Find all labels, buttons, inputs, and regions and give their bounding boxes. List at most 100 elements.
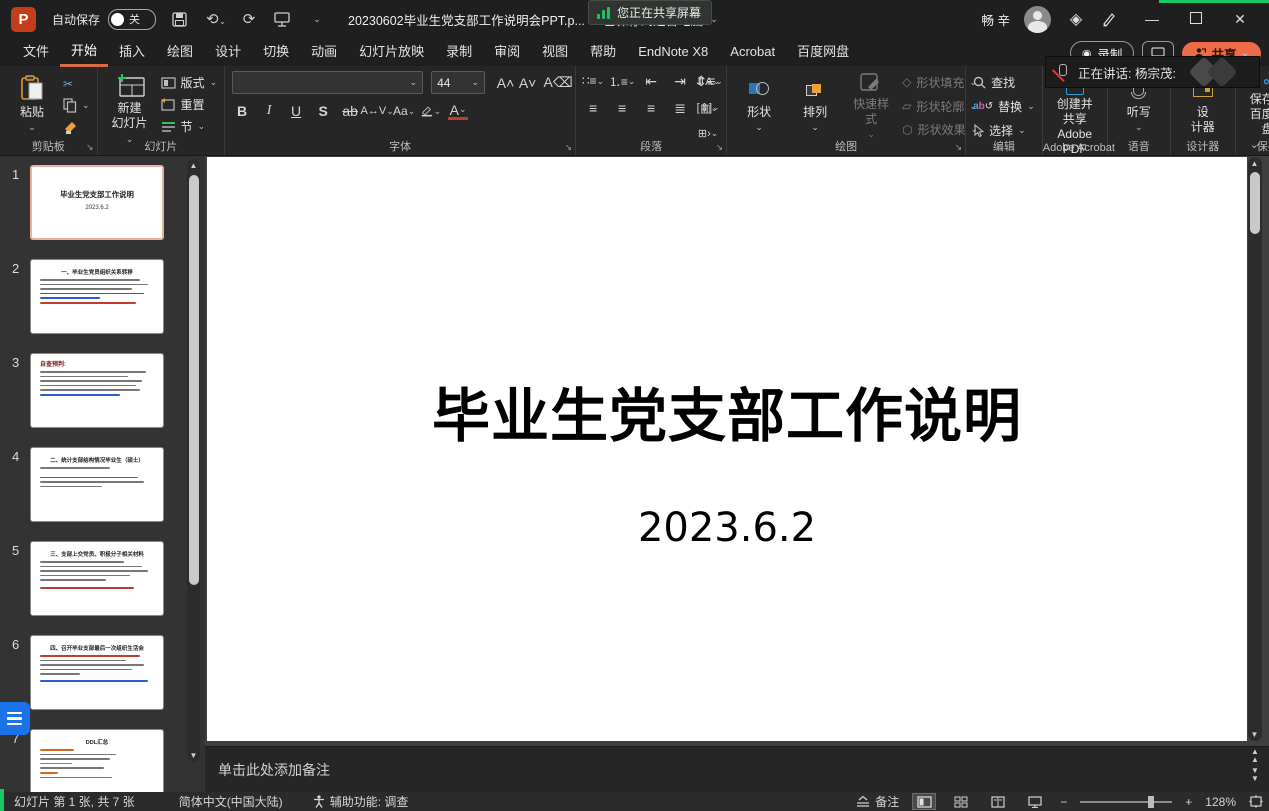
thumbnail-slide-1[interactable]: 1 毕业生党支部工作说明 2023.6.2 — [0, 165, 205, 240]
language-indicator[interactable]: 简体中文(中国大陆) — [179, 793, 283, 810]
tab-draw[interactable]: 绘图 — [156, 39, 204, 65]
normal-view-button[interactable] — [912, 793, 936, 810]
strikethrough-button[interactable]: ab — [340, 101, 360, 121]
meet-now-icon[interactable]: ◈ — [1065, 9, 1087, 29]
bullets-icon[interactable]: ∷≡⌄ — [583, 71, 603, 91]
user-avatar[interactable] — [1024, 6, 1051, 33]
tab-review[interactable]: 审阅 — [483, 39, 531, 65]
highlight-pen-button[interactable]: ⌄ — [421, 101, 441, 121]
thumbnail-slide-2[interactable]: 2 一、毕业生党员组织关系转移 — [0, 259, 205, 334]
previous-slide-button[interactable]: ▲▲ — [1251, 748, 1259, 764]
inking-pen-icon[interactable] — [1101, 11, 1123, 27]
scrollbar-thumb[interactable] — [189, 175, 199, 585]
autosave-toggle[interactable]: 关 — [108, 9, 156, 30]
editor-scrollbar[interactable]: ▲ ▼ — [1248, 157, 1262, 741]
shadow-button[interactable]: S — [313, 101, 333, 121]
minimize-button[interactable]: — — [1137, 11, 1167, 27]
thumbnail-scrollbar[interactable]: ▲ ▼ — [187, 159, 200, 762]
next-slide-button[interactable]: ▼▼ — [1251, 767, 1259, 783]
bold-button[interactable]: B — [232, 101, 252, 121]
align-text-icon[interactable]: [⇕]⌄ — [698, 97, 718, 117]
char-spacing-button[interactable]: A↔V⌄ — [367, 101, 387, 121]
format-painter-button[interactable] — [63, 118, 90, 137]
numbering-icon[interactable]: ⒈≡⌄ — [612, 71, 632, 91]
qat-customize-icon[interactable]: ⌄ — [308, 14, 326, 25]
close-button[interactable]: ✕ — [1225, 11, 1255, 28]
cut-button[interactable]: ✂ — [63, 74, 90, 93]
tab-insert[interactable]: 插入 — [108, 39, 156, 65]
align-left-icon[interactable]: ≡ — [583, 98, 603, 118]
tab-baidu[interactable]: 百度网盘 — [786, 39, 860, 65]
floating-list-button[interactable] — [0, 702, 30, 735]
start-slideshow-icon[interactable] — [274, 12, 292, 27]
zoom-slider[interactable] — [1080, 801, 1172, 803]
justify-icon[interactable]: ≣ — [670, 98, 690, 118]
scroll-down-icon[interactable]: ▼ — [187, 751, 200, 760]
user-name[interactable]: 畅 辛 — [982, 10, 1010, 29]
tab-view[interactable]: 视图 — [531, 39, 579, 65]
zoom-in-button[interactable]: + — [1185, 795, 1192, 809]
align-right-icon[interactable]: ≡ — [641, 98, 661, 118]
replace-button[interactable]: ab↺ 替换⌄ — [973, 97, 1035, 115]
paste-button[interactable]: 粘贴 ⌄ — [7, 71, 57, 139]
zoom-slider-thumb[interactable] — [1148, 796, 1154, 808]
thumbnail-slide-4[interactable]: 4 二、统计支部结构情况毕业生（硕士） — [0, 447, 205, 522]
thumbnail-slide-7[interactable]: 7 DDL汇总 — [0, 729, 205, 792]
zoom-level[interactable]: 128% — [1205, 795, 1236, 809]
align-center-icon[interactable]: ≡ — [612, 98, 632, 118]
slide-counter[interactable]: 幻灯片 第 1 张, 共 7 张 — [14, 793, 135, 810]
reset-button[interactable]: 重置 — [161, 95, 218, 114]
slide-title[interactable]: 毕业生党支部工作说明 — [207, 369, 1247, 453]
layout-button[interactable]: 版式⌄ — [161, 73, 218, 92]
tab-record[interactable]: 录制 — [435, 39, 483, 65]
redo-icon[interactable]: ⟳ — [240, 10, 258, 28]
font-size-combo[interactable]: 44⌄ — [431, 71, 485, 94]
text-direction-icon[interactable]: ⇵A⌄ — [698, 71, 718, 91]
quick-styles-button[interactable]: 快速样式⌄ — [846, 71, 896, 139]
scroll-up-icon[interactable]: ▲ — [187, 161, 200, 170]
tab-help[interactable]: 帮助 — [579, 39, 627, 65]
undo-icon[interactable]: ⟲⌄ — [206, 10, 224, 28]
thumbnail-slide-3[interactable]: 3 自查预判: — [0, 353, 205, 428]
accessibility-status[interactable]: 辅助功能: 调查 — [313, 793, 409, 810]
increase-indent-icon[interactable]: ⇥ — [670, 71, 690, 91]
thumbnail-slide-6[interactable]: 6 四、召开毕业支部最后一次组织生活会 — [0, 635, 205, 710]
tab-acrobat[interactable]: Acrobat — [719, 39, 786, 65]
scroll-down-icon[interactable]: ▼ — [1248, 730, 1261, 739]
fit-to-window-button[interactable] — [1249, 795, 1263, 808]
font-name-combo[interactable]: ⌄ — [232, 71, 423, 94]
thumbnail-slide-5[interactable]: 5 三、支部上交党员、积极分子相关材料 — [0, 541, 205, 616]
slide-date[interactable]: 2023.6.2 — [207, 505, 1247, 551]
slideshow-view-button[interactable] — [1023, 793, 1047, 810]
save-icon[interactable] — [172, 12, 190, 27]
drawing-dialog-launcher-icon[interactable]: ↘ — [955, 142, 963, 153]
paragraph-dialog-launcher-icon[interactable]: ↘ — [716, 142, 724, 153]
restore-button[interactable] — [1181, 11, 1211, 27]
decrease-indent-icon[interactable]: ⇤ — [641, 71, 661, 91]
clipboard-dialog-launcher-icon[interactable]: ↘ — [86, 142, 94, 153]
scrollbar-thumb[interactable] — [1250, 172, 1260, 234]
notes-pane[interactable]: 单击此处添加备注 — [205, 746, 1269, 792]
change-case-button[interactable]: Aa⌄ — [394, 101, 414, 121]
tab-slideshow[interactable]: 幻灯片放映 — [348, 39, 435, 65]
tab-animations[interactable]: 动画 — [300, 39, 348, 65]
underline-button[interactable]: U — [286, 101, 306, 121]
increase-font-icon[interactable]: A˄ — [496, 73, 515, 93]
tab-design[interactable]: 设计 — [204, 39, 252, 65]
font-color-button[interactable]: A⌄ — [448, 102, 468, 120]
italic-button[interactable]: I — [259, 101, 279, 121]
shapes-button[interactable]: 形状⌄ — [734, 71, 784, 139]
clear-format-icon[interactable]: A⌫ — [548, 73, 568, 93]
scroll-up-icon[interactable]: ▲ — [1248, 159, 1261, 168]
select-button[interactable]: 选择⌄ — [973, 121, 1035, 139]
new-slide-button[interactable]: 新建 幻灯片 ⌄ — [105, 71, 155, 139]
find-button[interactable]: 查找 — [973, 73, 1035, 91]
slide-sorter-view-button[interactable] — [949, 793, 973, 810]
section-button[interactable]: 节⌄ — [161, 117, 218, 136]
slide-canvas[interactable]: 毕业生党支部工作说明 2023.6.2 — [207, 157, 1247, 741]
collapse-ribbon-icon[interactable]: ⌄ — [1250, 138, 1259, 151]
reading-view-button[interactable] — [986, 793, 1010, 810]
tab-transitions[interactable]: 切换 — [252, 39, 300, 65]
zoom-out-button[interactable]: − — [1060, 795, 1067, 809]
arrange-button[interactable]: 排列⌄ — [790, 71, 840, 139]
